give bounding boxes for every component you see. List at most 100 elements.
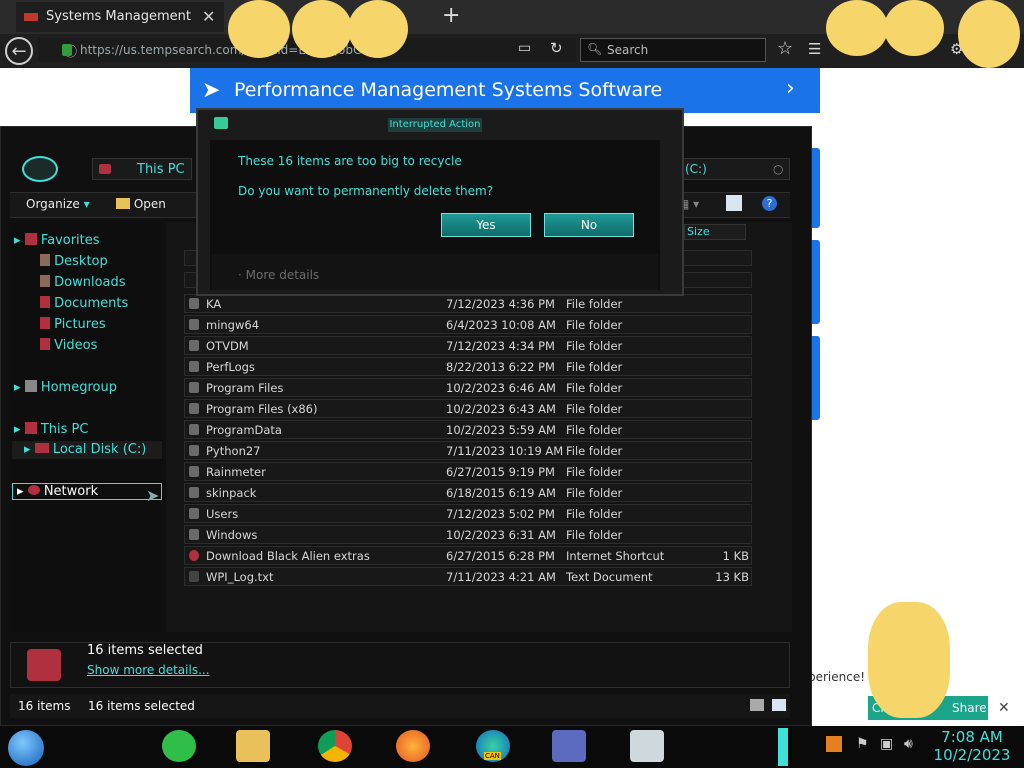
file-type: File folder (566, 402, 623, 416)
tab-title: Systems Management Software (46, 9, 196, 24)
nav-downloads[interactable]: Downloads (40, 275, 126, 290)
nav-label: This PC (40, 422, 89, 437)
chrome-icon[interactable] (318, 730, 352, 762)
card-icon[interactable] (552, 730, 586, 762)
no-button[interactable]: No (544, 213, 634, 237)
search-input[interactable]: 🔍︎ Search (580, 38, 766, 62)
nav-label: Documents (54, 296, 129, 311)
tiles-view-icon[interactable] (772, 699, 786, 711)
flag-icon[interactable]: ⚑ (856, 736, 869, 752)
nav-documents[interactable]: Documents (40, 296, 128, 311)
help-icon[interactable]: ? (762, 196, 777, 211)
file-date: 7/11/2023 10:19 AM (446, 444, 564, 458)
organize-button[interactable]: Organize ▾ (26, 197, 90, 211)
table-row[interactable]: Download Black Alien extras 6/27/2015 6:2… (184, 546, 752, 565)
file-explorer-icon[interactable] (236, 730, 270, 762)
nav-label: Local Disk (C:) (52, 442, 147, 457)
preview-pane-icon[interactable] (726, 195, 742, 211)
notice-close-icon[interactable]: ✕ (998, 700, 1010, 716)
folder-icon (189, 340, 199, 351)
nav-videos[interactable]: Videos (40, 338, 97, 353)
table-row[interactable]: Users 7/12/2023 5:02 PM File folder (184, 504, 752, 523)
folder-icon (189, 487, 199, 498)
file-name: Users (206, 507, 239, 521)
chevron-right-icon: › (786, 76, 795, 101)
file-date: 6/27/2015 6:28 PM (446, 549, 555, 563)
table-row[interactable]: PerfLogs 8/22/2013 6:22 PM File folder (184, 357, 752, 376)
file-date: 10/2/2023 6:46 AM (446, 381, 556, 395)
bookmark-star-icon[interactable]: ☆ (777, 38, 793, 59)
table-row[interactable]: WPI_Log.txt 7/11/2023 4:21 AM Text Documen… (184, 567, 752, 586)
file-date: 10/2/2023 6:31 AM (446, 528, 556, 542)
reading-list-icon[interactable]: ☰ (808, 40, 821, 58)
tray-app-icon[interactable] (826, 736, 842, 752)
documents-icon (40, 296, 50, 308)
table-row[interactable]: ProgramData 10/2/2023 5:59 AM File folder (184, 420, 752, 439)
details-view-icon[interactable] (750, 699, 764, 711)
nav-local-disk[interactable]: ▸ Local Disk (C:) (12, 441, 162, 459)
table-row[interactable]: mingw64 6/4/2023 10:08 AM File folder (184, 315, 752, 334)
nav-desktop[interactable]: Desktop (40, 254, 108, 269)
dialog-app-icon (214, 117, 228, 129)
file-name: ProgramData (206, 423, 282, 437)
new-tab-icon[interactable]: + (442, 3, 460, 28)
file-type: File folder (566, 423, 623, 437)
more-details-toggle[interactable]: · More details (238, 268, 319, 282)
organize-label: Organize (26, 197, 80, 211)
open-button[interactable]: Open (116, 197, 166, 211)
table-row[interactable]: Rainmeter 6/27/2015 9:19 PM File folder (184, 462, 752, 481)
open-label: Open (133, 197, 166, 211)
arrow-right-icon: ➤ (202, 78, 221, 103)
nav-homegroup[interactable]: ▸ Homegroup (14, 380, 117, 395)
nav-label: Downloads (54, 275, 126, 290)
sticker-character-icon (228, 0, 290, 58)
taskbar-clock[interactable]: 7:08 AM 10/2/2023 (932, 728, 1012, 764)
reader-view-icon[interactable]: ▭ (518, 40, 531, 56)
file-type: File folder (566, 318, 623, 332)
volume-icon[interactable]: 🔊︎ (904, 736, 913, 752)
nav-network[interactable]: ▸ Network (12, 483, 162, 500)
chat-icon[interactable] (162, 730, 196, 762)
table-row[interactable]: Program Files 10/2/2023 6:46 AM File folde… (184, 378, 752, 397)
back-forward-icon[interactable] (22, 156, 58, 182)
show-desktop-strip[interactable] (778, 728, 788, 766)
desktop-icon (40, 254, 50, 266)
address-bar[interactable]: This PC (92, 158, 192, 180)
nav-label: Favorites (40, 233, 100, 248)
nav-favorites[interactable]: ▸ Favorites (14, 233, 100, 248)
this-pc-icon (24, 422, 37, 434)
monitor-icon[interactable] (630, 730, 664, 762)
search-icon[interactable]: ○ (773, 162, 783, 176)
yes-button[interactable]: Yes (441, 213, 531, 237)
back-button[interactable]: ← (5, 37, 33, 65)
table-row[interactable]: Windows 10/2/2023 6:31 AM File folder (184, 525, 752, 544)
table-row[interactable]: Program Files (x86) 10/2/2023 6:43 AM File… (184, 399, 752, 418)
nav-this-pc[interactable]: ▸ This PC (14, 422, 88, 437)
file-name: Rainmeter (206, 465, 266, 479)
file-name: mingw64 (206, 318, 260, 332)
browser-tab[interactable]: Systems Management Software ✕ (16, 2, 224, 32)
address-bar-end[interactable]: (C:) ○ (680, 158, 790, 180)
status-bar: 16 items 16 items selected (10, 694, 790, 718)
nav-pictures[interactable]: Pictures (40, 317, 106, 332)
pictures-icon (40, 317, 50, 329)
show-more-details-link[interactable]: Show more details... (87, 663, 210, 677)
drive-icon (34, 443, 49, 453)
page-banner[interactable]: ➤ Performance Management Systems Softwar… (190, 68, 820, 113)
file-name: Python27 (206, 444, 261, 458)
table-row[interactable]: OTVDM 7/12/2023 4:34 PM File folder (184, 336, 752, 355)
file-type: Internet Shortcut (566, 549, 665, 563)
file-date: 7/12/2023 4:34 PM (446, 339, 555, 353)
table-row[interactable]: Python27 7/11/2023 10:19 AM File folder (184, 441, 752, 460)
column-header-size[interactable]: Size (684, 224, 746, 240)
network-tray-icon[interactable]: ▣ (880, 736, 893, 752)
start-button[interactable] (8, 730, 44, 766)
edge-can-icon[interactable]: CAN (476, 730, 510, 762)
reload-icon[interactable]: ↻ (550, 39, 563, 57)
firefox-icon[interactable] (396, 730, 430, 762)
file-name: KA (206, 297, 222, 311)
tab-close-icon[interactable]: ✕ (202, 7, 215, 26)
table-row[interactable]: skinpack 6/18/2015 6:19 AM File folder (184, 483, 752, 502)
file-date: 7/11/2023 4:21 AM (446, 570, 556, 584)
table-row[interactable]: KA 7/12/2023 4:36 PM File folder (184, 294, 752, 313)
